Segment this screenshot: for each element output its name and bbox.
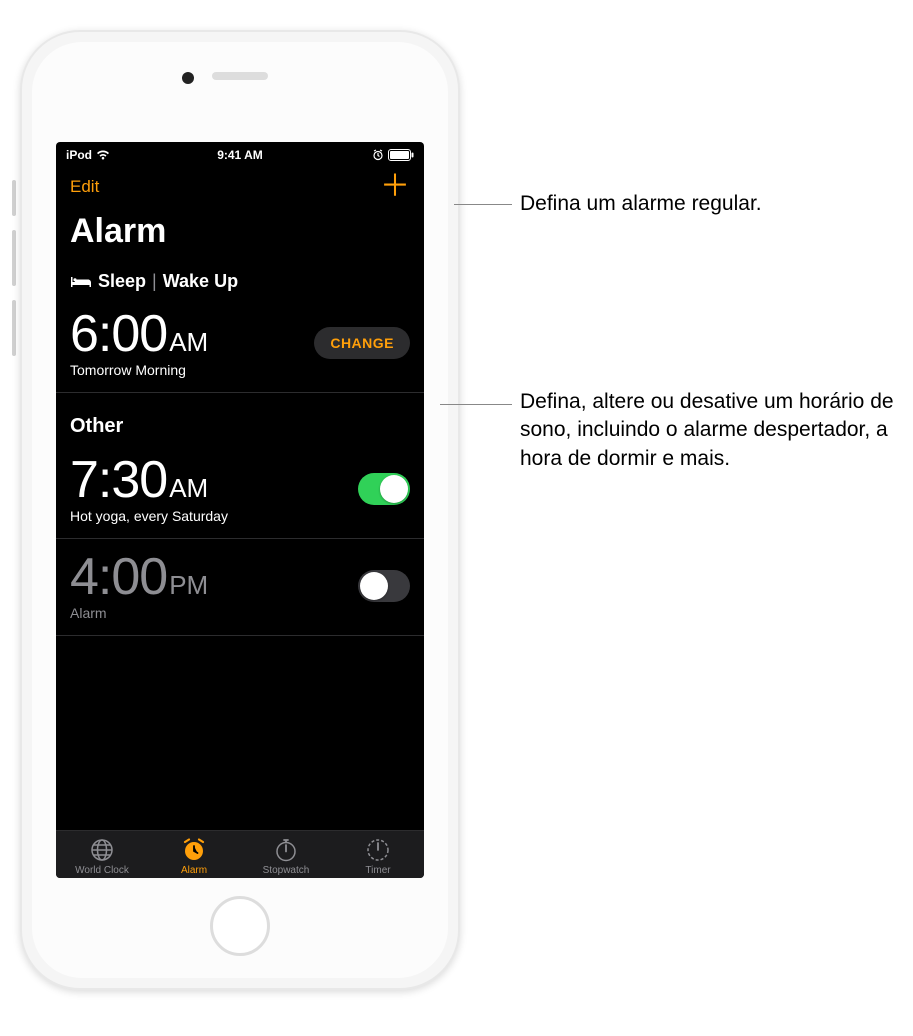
- sleep-alarm-time: 6:00: [70, 308, 167, 360]
- bed-icon: [70, 275, 92, 289]
- sleep-alarm-period: AM: [169, 327, 208, 358]
- nav-bar: Edit ＋: [56, 164, 424, 208]
- wake-label: Wake Up: [163, 271, 238, 292]
- sleep-alarm-row[interactable]: 6:00 AM Tomorrow Morning CHANGE: [56, 296, 424, 393]
- section-divider: |: [152, 271, 157, 292]
- wifi-icon: [96, 150, 110, 160]
- alarm-row[interactable]: 4:00 PM Alarm: [56, 539, 424, 636]
- home-button[interactable]: [210, 896, 270, 956]
- callout-leader-line: [454, 204, 512, 205]
- screen: iPod 9:41 AM Edit ＋: [56, 142, 424, 878]
- alarm-time: 7:30: [70, 454, 167, 506]
- page-title: Alarm: [56, 208, 424, 263]
- add-alarm-button[interactable]: ＋: [380, 172, 410, 202]
- tab-bar: World Clock Alarm Stopwatch Timer: [56, 830, 424, 878]
- tab-label: Stopwatch: [263, 865, 310, 876]
- sleep-alarm-sub: Tomorrow Morning: [70, 362, 208, 378]
- tab-label: Timer: [365, 865, 390, 876]
- alarm-indicator-icon: [372, 149, 384, 161]
- other-section-header: Other: [56, 393, 424, 442]
- alarm-period: AM: [169, 473, 208, 504]
- alarm-row[interactable]: 7:30 AM Hot yoga, every Saturday: [56, 442, 424, 539]
- tab-stopwatch[interactable]: Stopwatch: [240, 837, 332, 876]
- alarm-period: PM: [169, 570, 208, 601]
- camera-dot: [182, 72, 194, 84]
- alarm-time: 4:00: [70, 551, 167, 603]
- carrier-label: iPod: [66, 148, 92, 162]
- device-frame: iPod 9:41 AM Edit ＋: [20, 30, 460, 990]
- tab-timer[interactable]: Timer: [332, 837, 424, 876]
- sleep-label: Sleep: [98, 271, 146, 292]
- tab-label: Alarm: [181, 865, 207, 876]
- status-time: 9:41 AM: [217, 148, 263, 162]
- change-button[interactable]: CHANGE: [314, 327, 410, 359]
- alarm-label: Hot yoga, every Saturday: [70, 508, 228, 524]
- alarm-toggle[interactable]: [358, 473, 410, 505]
- tab-label: World Clock: [75, 865, 129, 876]
- alarm-list: Sleep | Wake Up 6:00 AM Tomorrow Morning…: [56, 263, 424, 830]
- callout-leader-line: [440, 404, 512, 405]
- battery-icon: [388, 149, 414, 161]
- sleep-wake-header: Sleep | Wake Up: [56, 263, 424, 296]
- callout-add-alarm: Defina um alarme regular.: [520, 190, 762, 218]
- alarm-toggle[interactable]: [358, 570, 410, 602]
- callout-change-sleep: Defina, altere ou desative um horário de…: [520, 388, 900, 473]
- tab-alarm[interactable]: Alarm: [148, 837, 240, 876]
- status-bar: iPod 9:41 AM: [56, 142, 424, 164]
- tab-world-clock[interactable]: World Clock: [56, 837, 148, 876]
- device-body: iPod 9:41 AM Edit ＋: [32, 42, 448, 978]
- speaker-grille: [212, 72, 268, 80]
- alarm-label: Alarm: [70, 605, 208, 621]
- edit-button[interactable]: Edit: [70, 177, 99, 197]
